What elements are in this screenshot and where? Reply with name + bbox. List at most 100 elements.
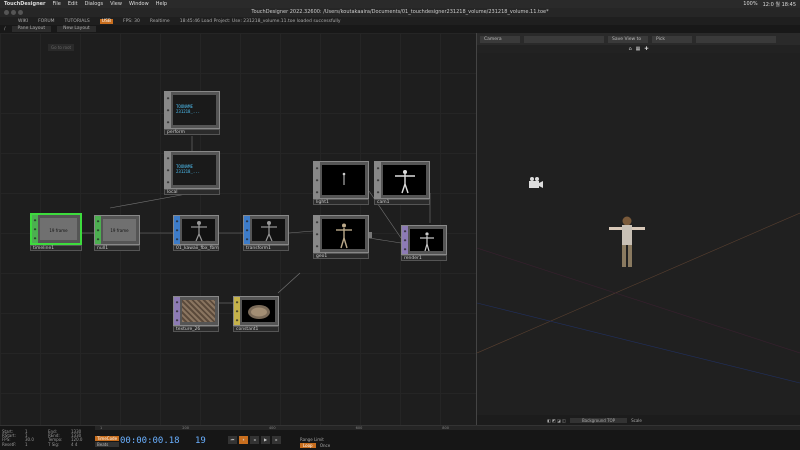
wiki-link[interactable]: WIKI [18, 19, 28, 24]
network-editor[interactable]: Go to root ◉ ◉ ◉ TOONAME 231218_... perfor… [0, 33, 476, 425]
status-message: 18:45:46 Load Project: Use: 231218_volum… [179, 18, 341, 24]
grid-axis-z [477, 247, 800, 354]
camera-preview [383, 165, 426, 195]
viewer-path-field[interactable] [524, 35, 604, 43]
timeline-ruler[interactable]: 1 200 400 600 800 [95, 426, 800, 430]
operator-flags[interactable]: ◉ ◉ ◉ [314, 162, 320, 198]
operator-geo1[interactable]: ◉ ◉ ◉ geo1 [313, 215, 372, 261]
operator-flags[interactable]: ◉ ◉ ◉ [174, 297, 180, 325]
viewer-footer-icon[interactable]: ◧ ◩ ◪ ◫ [547, 418, 566, 423]
timeline-stats: Start: 1 End: 1330 RStart: 1 REnd: 1330 … [2, 429, 94, 447]
zoom-window-icon[interactable] [18, 10, 23, 15]
viewer-option-field[interactable] [696, 35, 776, 43]
window-title-bar: TouchDesigner 2022.32600: /Users/koutaka… [0, 8, 800, 17]
operator-local[interactable]: ◉ ◉ ◉ TOONAME 231218_... local [164, 151, 220, 197]
timeline-bar: 1 200 400 600 800 Start: 1 End: 1330 RSt… [0, 425, 800, 450]
operator-flags[interactable]: ◉ ◉ ◉ [234, 297, 240, 325]
path-field[interactable]: / [4, 27, 6, 32]
operator-label[interactable]: cam1 [374, 199, 430, 205]
range-loop-button[interactable]: Loop [300, 443, 316, 448]
operator-flags[interactable]: ◉ ◉ ◉ [95, 216, 101, 244]
camera-select[interactable]: Camera [480, 35, 520, 43]
operator-flags[interactable]: ◉ ◉ ◉ [375, 162, 381, 198]
operator-label[interactable]: render1 [401, 255, 447, 261]
menu-help[interactable]: Help [156, 1, 167, 7]
output-port[interactable] [369, 232, 372, 239]
tab-pane-layout[interactable]: Pane Layout [11, 26, 52, 32]
operator-label[interactable]: 01_kawaii_fbx_fbm [173, 245, 219, 251]
pick-select[interactable]: Pick [652, 35, 692, 43]
step-forward-icon[interactable]: ▸ [272, 436, 281, 444]
null1-preview: 19 frame [103, 219, 136, 241]
reset-icon[interactable]: ⏮ [228, 436, 237, 444]
operator-flags[interactable]: ◉ ◉ ◉ [174, 216, 180, 244]
tab-new-layout[interactable]: New Layout [57, 26, 96, 32]
operator-light1[interactable]: ◉ ◉ ◉ light1 [313, 161, 369, 207]
home-icon[interactable]: ⌂ [628, 46, 631, 52]
operator-label[interactable]: texture_26 [173, 326, 219, 332]
menu-view[interactable]: View [110, 1, 122, 7]
operator-label[interactable]: local [164, 189, 220, 195]
save-view-select[interactable]: Save View to [608, 35, 648, 43]
operator-render1[interactable]: ◉ ◉ ◉ render1 [401, 225, 447, 261]
background-top-field[interactable]: Background TOP [569, 417, 628, 423]
operator-flags[interactable]: ◉ ◉ ◉ [402, 226, 408, 254]
stat-value[interactable]: 1 [25, 442, 48, 447]
crosshair-icon[interactable]: ✚ [644, 46, 648, 52]
frame-display[interactable]: 19 [195, 436, 206, 446]
operator-label[interactable]: constant1 [233, 326, 279, 332]
usb-badge[interactable]: USB [99, 18, 113, 24]
close-window-icon[interactable] [4, 10, 9, 15]
range-once-button[interactable]: Once [317, 443, 333, 448]
frame-icon[interactable]: ▦ [636, 46, 641, 52]
app-menu[interactable]: TouchDesigner [4, 1, 46, 7]
operator-flags[interactable]: ◉ ◉ ◉ [314, 216, 320, 252]
viewport-3d[interactable] [477, 53, 800, 425]
perform-text: TOONAME 231218_... [176, 104, 201, 114]
operator-null1[interactable]: ◉ ◉ ◉ 19 frame null1 [94, 215, 140, 251]
geo-preview [322, 219, 365, 249]
timeline1-preview: 19 frame [40, 218, 77, 240]
menu-dialogs[interactable]: Dialogs [85, 1, 104, 7]
menu-edit[interactable]: Edit [68, 1, 78, 7]
operator-constant1[interactable]: ◉ ◉ ◉ constant1 [233, 296, 279, 332]
operator-kawaii-fbx[interactable]: ◉ ◉ ◉ 01_kawaii_fbx_fbm [173, 215, 219, 251]
range-limit: Range Limit Loop Once [300, 437, 333, 448]
grid-axis-blue [477, 302, 800, 384]
playback-controls: ⏮ ⏸ ◂ ▶ ▸ [228, 436, 281, 444]
timecode-button[interactable]: TimeCode [95, 436, 120, 441]
minimize-window-icon[interactable] [11, 10, 16, 15]
operator-texture[interactable]: ◉ ◉ ◉ texture_26 [173, 296, 219, 332]
operator-flags[interactable]: ◉ ◉ ◉ [244, 216, 250, 244]
operator-cam1[interactable]: ◉ ◉ ◉ cam1 [374, 161, 430, 207]
stat-value[interactable]: 4 4 [71, 442, 94, 447]
operator-flags[interactable]: ◉ ◉ ◉ [165, 152, 171, 188]
step-back-icon[interactable]: ◂ [250, 436, 259, 444]
operator-label[interactable]: light1 [313, 199, 369, 205]
stat-label: T Sig: [48, 441, 60, 447]
realtime-toggle[interactable]: Realtime [150, 19, 170, 24]
operator-label[interactable]: null1 [94, 245, 140, 251]
tutorials-link[interactable]: TUTORIALS [65, 19, 90, 24]
play-icon[interactable]: ▶ [261, 436, 270, 444]
toolbar: WIKI FORUM TUTORIALS USB FPS: 30 Realtim… [0, 17, 800, 25]
operator-label[interactable]: geo1 [313, 253, 369, 259]
menu-file[interactable]: File [53, 1, 61, 7]
operator-transform1[interactable]: ◉ ◉ ◉ transform1 [243, 215, 289, 251]
operator-perform[interactable]: ◉ ◉ ◉ TOONAME 231218_... perform [164, 91, 220, 137]
operator-flags[interactable]: ◉ ◉ ◉ [32, 215, 38, 243]
beats-button[interactable]: Beats [95, 442, 120, 447]
forum-link[interactable]: FORUM [38, 19, 54, 24]
pane-tab-bar: / Pane Layout New Layout [0, 25, 800, 33]
operator-label[interactable]: transform1 [243, 245, 289, 251]
operator-flags[interactable]: ◉ ◉ ◉ [165, 92, 171, 128]
window-title: TouchDesigner 2022.32600: /Users/koutaka… [251, 9, 549, 15]
menu-window[interactable]: Window [129, 1, 149, 7]
operator-timeline1[interactable]: ◉ ◉ ◉ 19 frame timeline1 [30, 213, 82, 251]
geometry-viewer[interactable]: Camera Save View to Pick ⌂ ▦ ✚ ◧ ◩ ◪ ◫ B… [477, 33, 800, 425]
pause-icon[interactable]: ⏸ [239, 436, 248, 444]
wire-geo-render [368, 237, 402, 244]
operator-label[interactable]: perform [164, 129, 220, 135]
operator-label[interactable]: timeline1 [30, 245, 82, 251]
timecode-display[interactable]: 00:00:00.18 [120, 436, 180, 446]
